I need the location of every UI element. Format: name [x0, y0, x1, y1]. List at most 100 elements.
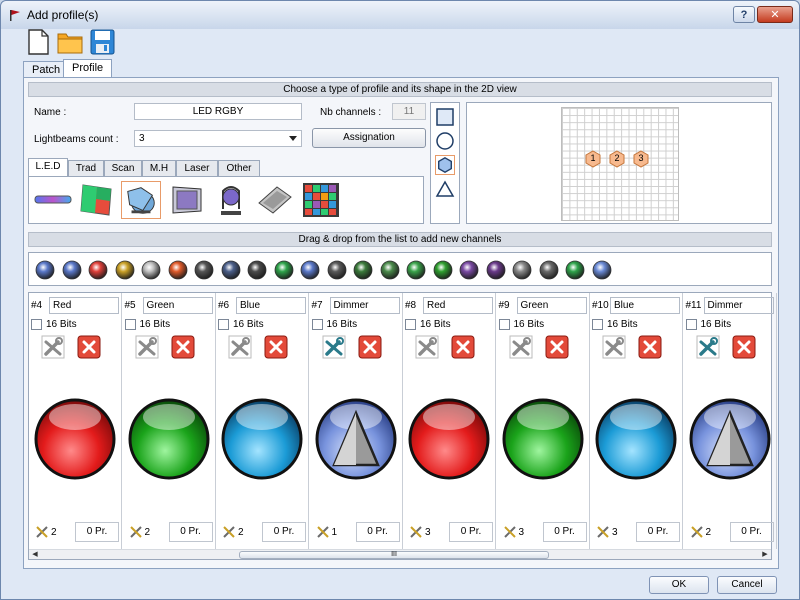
delete-icon[interactable] — [358, 335, 382, 359]
delete-icon[interactable] — [264, 335, 288, 359]
channel-name-input[interactable]: Dimmer — [329, 297, 400, 314]
presets-field[interactable]: 0 Pr. — [636, 522, 680, 542]
wrench-screwdriver-icon[interactable] — [602, 335, 626, 359]
cancel-button[interactable]: Cancel — [717, 576, 777, 594]
flood-icon[interactable] — [167, 181, 207, 219]
horizontal-scrollbar[interactable]: ◀ III ▶ — [29, 549, 771, 559]
tab-laser[interactable]: Laser — [176, 160, 218, 177]
led-bar-icon[interactable] — [33, 181, 73, 219]
channel-card[interactable]: #4 Red 16 Bits 2 0 Pr. — [29, 293, 122, 549]
control-icon[interactable] — [539, 260, 559, 280]
channel-name-input[interactable]: Green — [142, 297, 213, 314]
square-shape-icon[interactable] — [435, 107, 455, 127]
lightbeams-select[interactable]: 3 — [134, 130, 302, 147]
16-bits-checkbox[interactable] — [218, 319, 229, 330]
presets-field[interactable]: 0 Pr. — [355, 522, 400, 542]
preview-grid[interactable]: 1 2 3 — [561, 107, 679, 221]
lightbeam-3[interactable]: 3 — [632, 150, 650, 168]
zoom-icon[interactable] — [274, 260, 294, 280]
macro-icon[interactable] — [406, 260, 426, 280]
presets-field[interactable]: 0 Pr. — [168, 522, 213, 542]
channel-card[interactable]: #6 Blue 16 Bits 2 0 Pr. — [216, 293, 309, 549]
presets-field[interactable]: 0 Pr. — [449, 522, 493, 542]
16-bits-checkbox[interactable] — [124, 319, 136, 330]
wrench-screwdriver-icon[interactable] — [135, 335, 159, 359]
unknown-icon[interactable] — [592, 260, 612, 280]
color-wheel-icon[interactable] — [88, 260, 108, 280]
save-icon[interactable] — [87, 28, 117, 56]
16-bits-checkbox[interactable] — [31, 319, 42, 330]
open-folder-icon[interactable] — [55, 28, 85, 56]
color-grid-icon[interactable] — [301, 181, 341, 219]
wrench-screwdriver-icon[interactable] — [41, 335, 65, 359]
tilt-icon[interactable] — [353, 260, 373, 280]
triangle-shape-icon[interactable] — [435, 179, 455, 199]
delete-icon[interactable] — [451, 335, 475, 359]
16-bits-checkbox[interactable] — [592, 319, 603, 330]
reset-icon[interactable] — [486, 260, 506, 280]
function-icon[interactable] — [565, 260, 585, 280]
channel-name-input[interactable]: Red — [49, 297, 119, 314]
wrench-screwdriver-icon[interactable] — [509, 335, 533, 359]
presets-field[interactable]: 0 Pr. — [262, 522, 306, 542]
16-bits-checkbox[interactable] — [405, 319, 416, 330]
channel-name-input[interactable]: Blue — [610, 297, 680, 314]
presets-field[interactable]: 0 Pr. — [75, 522, 119, 542]
tab-profile[interactable]: Profile — [63, 59, 113, 79]
delete-icon[interactable] — [638, 335, 662, 359]
dimmer-icon[interactable] — [35, 260, 55, 280]
ok-button[interactable]: OK — [649, 576, 709, 594]
effect-icon[interactable] — [433, 260, 453, 280]
prism-icon[interactable] — [168, 260, 188, 280]
channel-card[interactable]: #9 Green 16 Bits 3 0 Pr. — [497, 293, 590, 549]
close-button[interactable]: ✕ — [757, 6, 793, 23]
tab-trad[interactable]: Trad — [68, 160, 104, 177]
hexagon-shape-icon[interactable] — [435, 155, 455, 175]
tab-other[interactable]: Other — [218, 160, 260, 177]
lightbeam-1[interactable]: 1 — [584, 150, 602, 168]
tab-mh[interactable]: M.H — [142, 160, 176, 177]
moving-head-icon[interactable] — [211, 181, 251, 219]
wrench-screwdriver-icon[interactable] — [322, 335, 346, 359]
rgb-icon[interactable] — [115, 260, 135, 280]
name-input[interactable]: LED RGBY — [134, 103, 302, 120]
speed-icon[interactable] — [380, 260, 400, 280]
scroll-left-icon[interactable]: ◀ — [31, 551, 39, 559]
channel-card[interactable]: #5 Green 16 Bits 2 0 Pr. — [123, 293, 216, 549]
presets-field[interactable]: 0 Pr. — [729, 522, 774, 542]
channel-card[interactable]: #8 Red 16 Bits 3 0 Pr. — [403, 293, 496, 549]
delete-icon[interactable] — [732, 335, 756, 359]
channel-name-input[interactable]: Green — [516, 297, 587, 314]
channel-name-input[interactable]: Red — [423, 297, 493, 314]
16-bits-checkbox[interactable] — [498, 319, 510, 330]
tab-led[interactable]: L.E.D — [28, 158, 68, 177]
fan-icon[interactable] — [459, 260, 479, 280]
new-file-icon[interactable] — [23, 28, 53, 56]
circle-shape-icon[interactable] — [435, 131, 455, 151]
channel-name-input[interactable]: Dimmer — [703, 297, 774, 314]
frost-icon[interactable] — [300, 260, 320, 280]
wrench-screwdriver-icon[interactable] — [696, 335, 720, 359]
scroll-right-icon[interactable]: ▶ — [761, 551, 769, 559]
par-can-icon[interactable] — [121, 181, 161, 219]
shutter-icon[interactable] — [62, 260, 82, 280]
channel-card[interactable]: #11 Dimmer 16 Bits 2 0 Pr. — [684, 293, 777, 549]
scrollbar-thumb[interactable]: III — [239, 551, 549, 559]
wrench-screwdriver-icon[interactable] — [415, 335, 439, 359]
delete-icon[interactable] — [545, 335, 569, 359]
delete-icon[interactable] — [77, 335, 101, 359]
lamp-icon[interactable] — [512, 260, 532, 280]
16-bits-checkbox[interactable] — [685, 319, 697, 330]
lightbeam-2[interactable]: 2 — [608, 150, 626, 168]
led-matrix-icon[interactable] — [255, 181, 295, 219]
iris-icon[interactable] — [194, 260, 214, 280]
pan-icon[interactable] — [327, 260, 347, 280]
wrench-screwdriver-icon[interactable] — [228, 335, 252, 359]
focus-icon[interactable] — [221, 260, 241, 280]
tab-scan[interactable]: Scan — [104, 160, 142, 177]
assignation-button[interactable]: Assignation — [312, 128, 426, 148]
strobe-icon[interactable] — [247, 260, 267, 280]
delete-icon[interactable] — [171, 335, 195, 359]
led-panel-icon[interactable] — [77, 181, 117, 219]
gobo-icon[interactable] — [141, 260, 161, 280]
